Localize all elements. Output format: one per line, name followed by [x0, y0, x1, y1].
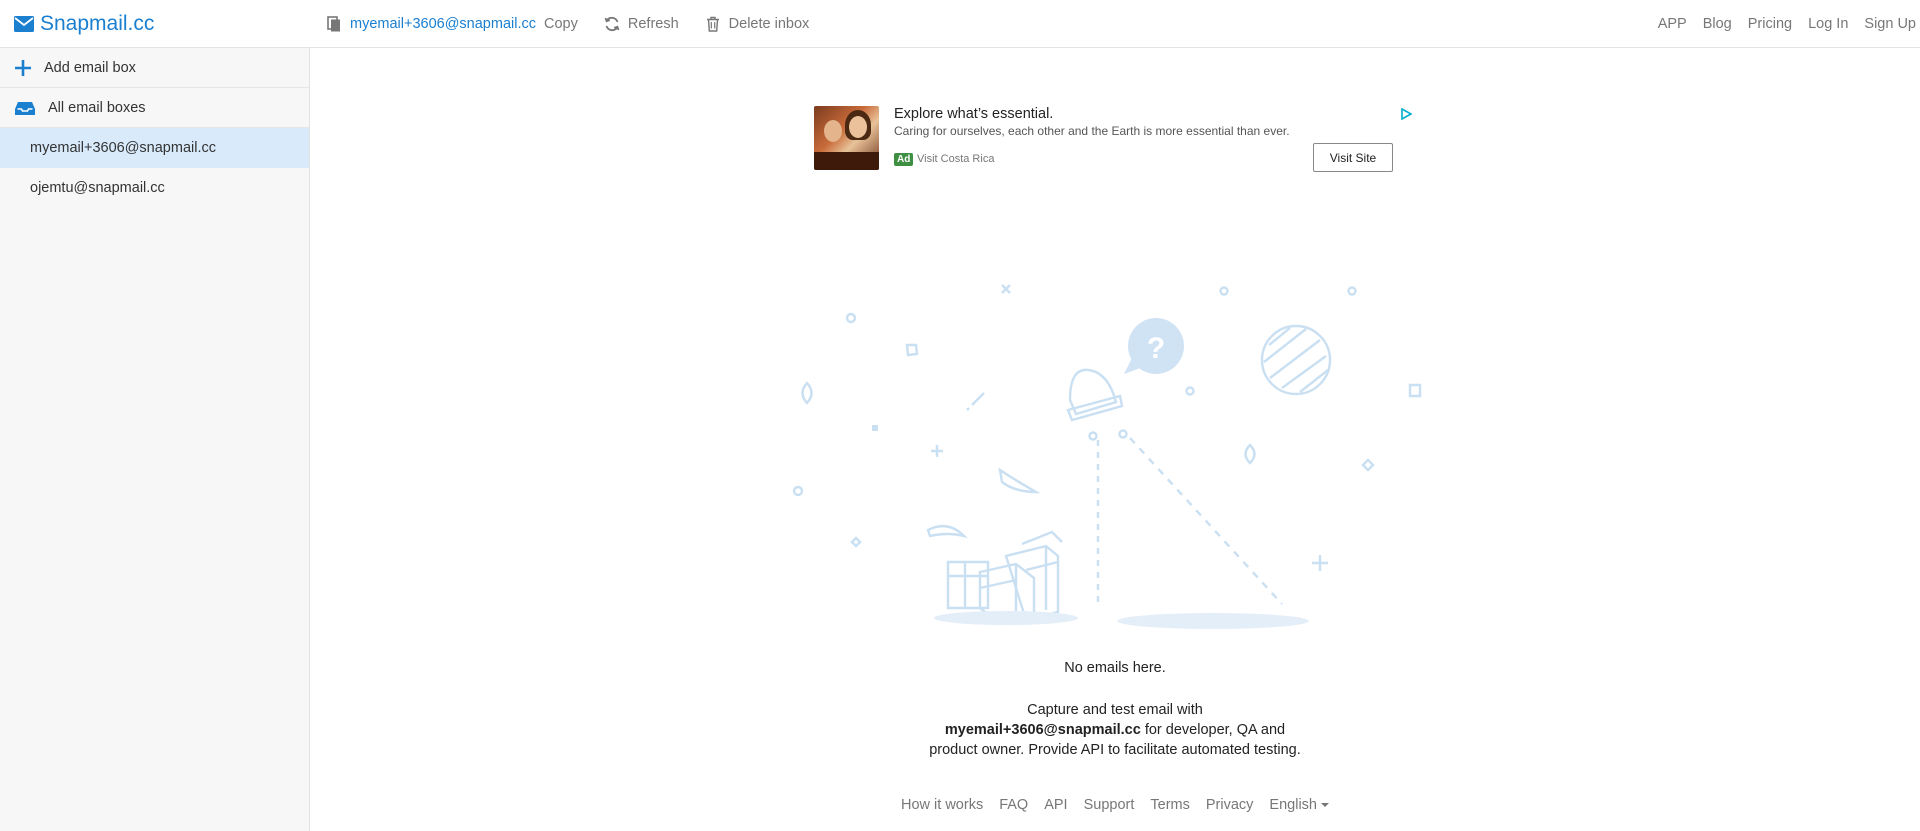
cross-icon — [1001, 284, 1011, 294]
mailbox-item[interactable]: ojemtu@snapmail.cc — [0, 168, 309, 208]
footer-privacy[interactable]: Privacy — [1206, 797, 1254, 813]
refresh-label: Refresh — [627, 16, 679, 32]
nav-blog[interactable]: Blog — [1703, 16, 1732, 32]
empty-desc-line-1: Capture and test email with — [1027, 702, 1203, 718]
adchoices-icon[interactable] — [1400, 108, 1412, 120]
top-nav: APP Blog Pricing Log In Sign Up — [1658, 0, 1920, 48]
empty-inbox-title: No emails here. — [1064, 660, 1166, 676]
empty-desc-email: myemail+3606@snapmail.cc — [944, 722, 1141, 738]
ad-advertiser-link[interactable]: Visit Costa Rica — [917, 153, 994, 165]
footer-terms[interactable]: Terms — [1150, 797, 1189, 813]
copy-label: Copy — [544, 16, 578, 32]
refresh-icon — [604, 16, 620, 32]
language-label: English — [1269, 797, 1317, 813]
footer-api[interactable]: API — [1044, 797, 1067, 813]
empty-desc-mid: for developer, QA and — [1144, 722, 1286, 738]
empty-desc-line-2: myemail+3606@snapmail.cc for developer, … — [310, 720, 1920, 740]
brand-logo-link[interactable]: Snapmail.cc — [14, 11, 154, 37]
caret-down-icon — [1320, 803, 1329, 808]
all-email-boxes-label: All email boxes — [48, 99, 146, 116]
add-email-box-label: Add email box — [44, 59, 136, 76]
all-email-boxes-item[interactable]: All email boxes — [0, 88, 309, 128]
inbox-tray-icon — [15, 101, 35, 115]
add-email-box-button[interactable]: Add email box — [0, 48, 309, 88]
footer-links: How it works FAQ API Support Terms Priva… — [310, 797, 1920, 813]
empty-inbox-description: Capture and test email with myemail+3606… — [310, 700, 1920, 760]
empty-inbox-illustration: ? — [792, 284, 1422, 629]
top-header: Snapmail.cc myemail+3606@snapmail.cc Cop… — [0, 0, 1920, 48]
delete-inbox-button[interactable]: Delete inbox — [705, 16, 810, 32]
ad-banner[interactable]: Explore what’s essential. Caring for our… — [814, 104, 1412, 172]
empty-desc-line-3: product owner. Provide API to facilitate… — [929, 742, 1301, 758]
footer-faq[interactable]: FAQ — [999, 797, 1028, 813]
envelope-icon — [14, 16, 34, 32]
plus-icon — [15, 59, 31, 76]
brand-name: Snapmail.cc — [40, 12, 155, 35]
nav-login[interactable]: Log In — [1808, 16, 1848, 32]
ad-description: Caring for ourselves, each other and the… — [894, 124, 1290, 138]
clipboard-icon — [327, 16, 340, 32]
svg-text:?: ? — [1147, 332, 1165, 365]
nav-app[interactable]: APP — [1658, 16, 1687, 32]
ad-image[interactable] — [814, 106, 879, 170]
delete-inbox-label: Delete inbox — [728, 16, 810, 32]
mailbox-item[interactable]: myemail+3606@snapmail.cc — [0, 128, 309, 168]
visit-site-button[interactable]: Visit Site — [1313, 143, 1393, 172]
current-email: myemail+3606@snapmail.cc — [350, 16, 536, 32]
refresh-button[interactable]: Refresh — [604, 16, 679, 32]
sidebar: Add email box All email boxes myemail+36… — [0, 48, 310, 831]
ad-title[interactable]: Explore what’s essential. — [894, 106, 1053, 122]
footer-support[interactable]: Support — [1084, 797, 1135, 813]
ad-badge: Ad — [894, 153, 914, 166]
nav-pricing[interactable]: Pricing — [1748, 16, 1792, 32]
nav-signup[interactable]: Sign Up — [1864, 16, 1916, 32]
language-dropdown[interactable]: English — [1269, 797, 1329, 813]
inbox-toolbar: myemail+3606@snapmail.cc Copy Refresh De… — [326, 0, 809, 48]
trash-icon — [706, 16, 719, 32]
copy-email-button[interactable]: myemail+3606@snapmail.cc Copy — [326, 16, 578, 32]
footer-how-it-works[interactable]: How it works — [901, 797, 983, 813]
